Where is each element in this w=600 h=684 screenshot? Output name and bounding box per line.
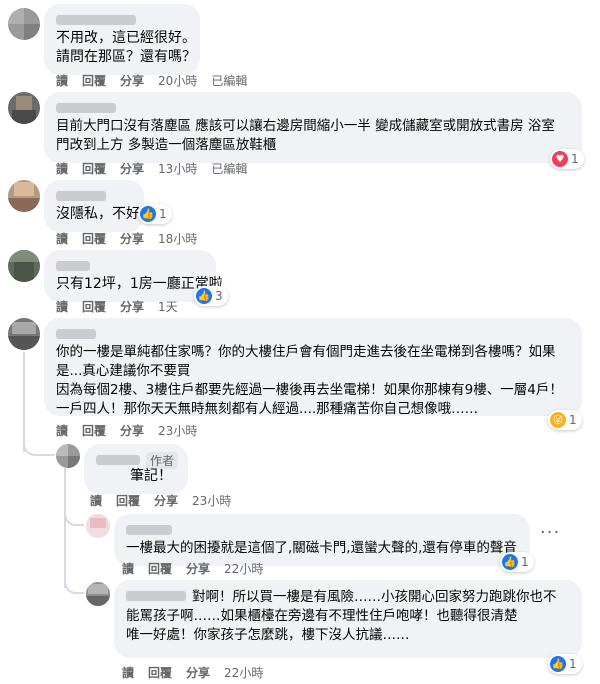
avatar[interactable] bbox=[8, 8, 40, 40]
commenter-name-blurred[interactable] bbox=[126, 524, 172, 535]
comment-actions: 讀回覆 分享 1天 bbox=[56, 298, 192, 315]
share-button[interactable]: 分享 bbox=[120, 424, 144, 438]
commenter-name-blurred[interactable] bbox=[56, 328, 96, 339]
like-icon: 👍 bbox=[502, 554, 518, 570]
edited-label: 已編輯 bbox=[211, 162, 248, 176]
reply-actions: 讀回覆 分享 23小時 bbox=[90, 492, 245, 509]
avatar[interactable] bbox=[86, 582, 110, 606]
share-button[interactable]: 分享 bbox=[120, 300, 144, 314]
read-button[interactable]: 讀 bbox=[122, 562, 134, 576]
comment-bubble: 目前大門口沒有落塵區 應該可以讓右邊房間縮小一半 變成儲藏室或開放式書房 浴室 … bbox=[44, 92, 582, 163]
reply-bubble: 一樓最大的困擾就是這個了,關磁卡門,還蠻大聲的,還有停車的聲音 bbox=[114, 514, 530, 566]
share-button[interactable]: 分享 bbox=[154, 494, 178, 508]
timestamp[interactable]: 18小時 bbox=[158, 232, 197, 246]
thread-connector bbox=[64, 504, 84, 526]
reaction-count[interactable]: 👍 1 bbox=[500, 552, 534, 572]
reply-button[interactable]: 回覆 bbox=[148, 666, 172, 680]
comment-actions: 讀回覆 分享 23小時 bbox=[56, 422, 211, 439]
reply-text: 一樓最大的困擾就是這個了,關磁卡門,還蠻大聲的,還有停車的聲音 bbox=[126, 540, 517, 556]
avatar[interactable] bbox=[8, 180, 40, 212]
comment-bubble: 不用改，這已經很好。 請問在那區？還有嗎？ bbox=[44, 4, 200, 75]
wow-icon: 😮 bbox=[550, 412, 566, 428]
timestamp[interactable]: 20小時 bbox=[158, 74, 197, 88]
comment-actions: 讀回覆 分享 13小時 已編輯 bbox=[56, 160, 261, 177]
reply-button[interactable]: 回覆 bbox=[116, 494, 140, 508]
thread-connector bbox=[64, 572, 84, 594]
reaction-count[interactable]: 👍 3 bbox=[194, 286, 228, 306]
reply-text: 能罵孩子啊……如果櫃檯在旁邊有不理性住戶咆哮！也聽得很清楚 bbox=[126, 608, 518, 624]
reply-button[interactable]: 回覆 bbox=[82, 300, 106, 314]
avatar[interactable] bbox=[8, 92, 40, 124]
commenter-name-blurred[interactable] bbox=[56, 260, 90, 271]
like-icon: 👍 bbox=[196, 288, 212, 304]
comment-text: 請問在那區？還有嗎？ bbox=[56, 49, 196, 65]
timestamp[interactable]: 22小時 bbox=[224, 666, 263, 680]
reply-bubble: 作者 筆記！ bbox=[84, 444, 188, 494]
share-button[interactable]: 分享 bbox=[186, 562, 210, 576]
comment-text: 門改到上方 多製造一個落塵區放鞋櫃 bbox=[56, 137, 277, 153]
thread-connector bbox=[23, 436, 55, 456]
share-button[interactable]: 分享 bbox=[186, 666, 210, 680]
reaction-count[interactable]: 👍 1 bbox=[548, 654, 582, 674]
avatar[interactable] bbox=[8, 250, 40, 282]
commenter-name-blurred[interactable] bbox=[56, 102, 116, 113]
edited-label: 已編輯 bbox=[211, 74, 248, 88]
comment-actions: 讀回覆 分享 18小時 bbox=[56, 230, 211, 247]
reply-actions: 讀回覆 分享 22小時 bbox=[122, 664, 277, 681]
timestamp[interactable]: 23小時 bbox=[192, 494, 231, 508]
comment-text: 只有12坪，1房一廳正常啦 bbox=[56, 276, 223, 292]
thread-line bbox=[64, 468, 66, 588]
read-button[interactable]: 讀 bbox=[122, 666, 134, 680]
avatar[interactable] bbox=[86, 514, 110, 538]
share-button[interactable]: 分享 bbox=[120, 162, 144, 176]
reply-text: 筆記！ bbox=[130, 468, 172, 484]
read-button[interactable]: 讀 bbox=[56, 300, 68, 314]
comment-text: 一戶四人！那你天天無時無刻都有人經過....那種痛苦你自己想像哦…… bbox=[56, 401, 479, 417]
timestamp[interactable]: 22小時 bbox=[224, 562, 263, 576]
comment-text: 是...真心建議你不要買 bbox=[56, 363, 191, 379]
avatar[interactable] bbox=[56, 444, 80, 468]
read-button[interactable]: 讀 bbox=[56, 74, 68, 88]
read-button[interactable]: 讀 bbox=[56, 162, 68, 176]
comment-text: 沒隱私，不好 bbox=[56, 206, 140, 222]
reply-bubble: 對啊！所以買一樓是有風險……小孩開心回家努力跑跳你也不 能罵孩子啊……如果櫃檯在… bbox=[114, 580, 582, 658]
comment-text: 不用改，這已經很好。 bbox=[56, 30, 196, 46]
like-icon: 👍 bbox=[140, 206, 156, 222]
avatar[interactable] bbox=[8, 318, 40, 350]
commenter-name-blurred[interactable] bbox=[96, 454, 140, 465]
heart-icon: ♥ bbox=[552, 151, 568, 167]
timestamp[interactable]: 1天 bbox=[158, 300, 178, 314]
reply-text: 對啊！所以買一樓是有風險……小孩開心回家努力跑跳你也不 bbox=[192, 589, 557, 605]
comment-text: 目前大門口沒有落塵區 應該可以讓右邊房間縮小一半 變成儲藏室或開放式書房 浴室 bbox=[56, 118, 555, 134]
comment-bubble: 只有12坪，1房一廳正常啦 bbox=[44, 250, 223, 302]
reply-text: 唯一好處！你家孩子怎麼跳，樓下沒人抗議…… bbox=[126, 627, 410, 643]
read-button[interactable]: 讀 bbox=[90, 494, 102, 508]
share-button[interactable]: 分享 bbox=[120, 74, 144, 88]
reaction-count[interactable]: 😮 1 bbox=[548, 410, 582, 430]
comment-bubble: 你的一樓是單純都住家嗎？你的大樓住戶會有個門走進去後在坐電梯到各樓嗎？如果 是.… bbox=[44, 318, 582, 417]
comment-text: 你的一樓是單純都住家嗎？你的大樓住戶會有個門走進去後在坐電梯到各樓嗎？如果 bbox=[56, 344, 556, 360]
read-button[interactable]: 讀 bbox=[56, 424, 68, 438]
reaction-count[interactable]: 👍 1 bbox=[138, 204, 172, 224]
timestamp[interactable]: 23小時 bbox=[158, 424, 197, 438]
reaction-count[interactable]: ♥ 1 bbox=[550, 149, 584, 169]
commenter-name-blurred[interactable] bbox=[56, 190, 106, 201]
reply-button[interactable]: 回覆 bbox=[82, 74, 106, 88]
timestamp[interactable]: 13小時 bbox=[158, 162, 197, 176]
comment-actions: 讀回覆 分享 20小時 已編輯 bbox=[56, 72, 261, 89]
comment-text: 因為每個2樓、3樓住戶都要先經過一樓後再去坐電梯！如果你那棟有9樓、一層4戶！ bbox=[56, 382, 563, 398]
reply-button[interactable]: 回覆 bbox=[82, 162, 106, 176]
reply-button[interactable]: 回覆 bbox=[82, 232, 106, 246]
share-button[interactable]: 分享 bbox=[120, 232, 144, 246]
reply-button[interactable]: 回覆 bbox=[82, 424, 106, 438]
reply-actions: 讀回覆 分享 22小時 bbox=[122, 560, 277, 577]
reply-button[interactable]: 回覆 bbox=[148, 562, 172, 576]
commenter-name-blurred[interactable] bbox=[56, 14, 136, 25]
read-button[interactable]: 讀 bbox=[56, 232, 68, 246]
like-icon: 👍 bbox=[550, 656, 566, 672]
comment-bubble: 沒隱私，不好 bbox=[44, 180, 144, 232]
commenter-name-blurred[interactable] bbox=[126, 590, 186, 601]
more-options-icon[interactable]: ··· bbox=[540, 522, 560, 543]
